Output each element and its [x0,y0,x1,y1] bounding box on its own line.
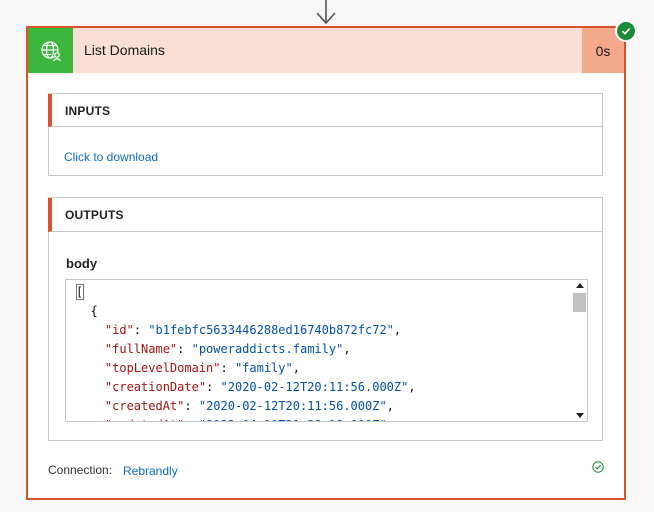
scroll-up-icon[interactable] [576,283,584,288]
code-line: "creationDate": "2020-02-12T20:11:56.000… [104,380,416,394]
action-title: List Domains [84,42,165,58]
action-card: List Domains 0s INPUTS Click to download… [26,20,637,500]
action-header[interactable]: List Domains 0s [28,28,624,73]
code-line: [ [76,285,84,299]
code-line: "id": "b1febfc5633446288ed16740b872fc72"… [104,323,402,337]
code-line: "fullName": "poweraddicts.family", [104,342,351,356]
outputs-title: OUTPUTS [65,208,124,222]
code-line: "updatedAt": "2022-04-11T21:38:18.000Z", [76,416,416,421]
outputs-header: OUTPUTS [48,198,602,232]
flow-arrow-icon [316,0,336,25]
body-label: body [66,256,98,271]
scroll-thumb[interactable] [573,293,586,312]
inputs-header: INPUTS [48,94,602,127]
code-line: "createdAt": "2020-02-12T20:11:56.000Z", [104,399,394,413]
code-line: "topLevelDomain": "family", [104,361,300,375]
code-line: { [76,304,98,318]
globe-user-icon [28,28,73,73]
outputs-section: OUTPUTS body [ { "id": "b1febfc563344628… [48,197,603,441]
download-link[interactable]: Click to download [64,150,158,164]
connection-ok-icon [592,461,604,473]
connection-link[interactable]: Rebrandly [123,464,178,478]
success-check-icon [615,20,637,42]
inputs-section: INPUTS Click to download [48,93,603,176]
json-code: [ { "id": "b1febfc5633446288ed16740b872f… [76,283,416,421]
inputs-title: INPUTS [65,104,111,118]
scroll-down-icon[interactable] [576,413,584,418]
body-json-viewer[interactable]: [ { "id": "b1febfc5633446288ed16740b872f… [65,279,588,422]
connection-label: Connection: [48,463,113,477]
vertical-scrollbar[interactable] [572,280,587,421]
